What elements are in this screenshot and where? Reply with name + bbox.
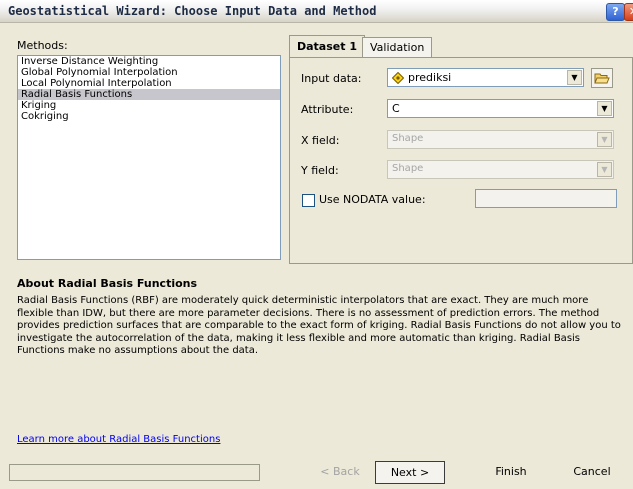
open-folder-icon <box>594 73 610 84</box>
next-button[interactable]: Next > <box>375 461 445 484</box>
chevron-down-icon[interactable]: ▼ <box>597 162 612 177</box>
tab-validation[interactable]: Validation <box>362 37 433 57</box>
method-item-kriging[interactable]: Kriging <box>18 100 280 111</box>
title-bar[interactable]: Geostatistical Wizard: Choose Input Data… <box>0 0 633 23</box>
y-field-value: Shape <box>392 163 424 174</box>
wizard-window: Geostatistical Wizard: Choose Input Data… <box>0 0 633 489</box>
help-button[interactable]: ? <box>606 3 625 21</box>
method-item-local-polynomial[interactable]: Local Polynomial Interpolation <box>18 78 280 89</box>
y-field-select[interactable]: Shape ▼ <box>387 160 614 179</box>
nodata-label: Use NODATA value: <box>319 193 426 206</box>
attribute-label: Attribute: <box>301 103 354 116</box>
about-description: Radial Basis Functions (RBF) are moderat… <box>17 295 621 356</box>
x-field-value: Shape <box>392 133 424 144</box>
open-dataset-button[interactable] <box>591 68 613 88</box>
chevron-down-icon[interactable]: ▼ <box>597 132 612 147</box>
status-box <box>9 464 260 481</box>
x-field-label: X field: <box>301 134 340 147</box>
input-data-label: Input data: <box>301 72 362 85</box>
back-button[interactable]: < Back <box>305 461 375 484</box>
tab-dataset-1[interactable]: Dataset 1 <box>289 35 365 58</box>
method-item-cokriging[interactable]: Cokriging <box>18 111 280 122</box>
layer-diamond-icon <box>392 72 404 84</box>
y-field-label: Y field: <box>301 164 339 177</box>
nodata-checkbox[interactable] <box>302 194 315 207</box>
methods-list[interactable]: Inverse Distance Weighting Global Polyno… <box>17 55 281 260</box>
window-title: Geostatistical Wizard: Choose Input Data… <box>8 4 377 18</box>
cancel-button[interactable]: Cancel <box>557 461 627 484</box>
learn-more-link[interactable]: Learn more about Radial Basis Functions <box>17 434 220 445</box>
method-item-radial-basis[interactable]: Radial Basis Functions <box>18 89 280 100</box>
input-data-select[interactable]: prediksi ▼ <box>387 68 584 87</box>
method-item-idw[interactable]: Inverse Distance Weighting <box>18 56 280 67</box>
about-title: About Radial Basis Functions <box>17 277 198 290</box>
nodata-value-field[interactable] <box>475 189 617 208</box>
close-button[interactable]: ✕ <box>624 3 633 21</box>
chevron-down-icon[interactable]: ▼ <box>597 101 612 116</box>
method-item-global-polynomial[interactable]: Global Polynomial Interpolation <box>18 67 280 78</box>
input-data-value: prediksi <box>392 71 451 84</box>
dataset-panel: Input data: prediksi ▼ Attribute: C ▼ X … <box>289 57 633 264</box>
input-data-text: prediksi <box>408 71 452 84</box>
attribute-value: C <box>392 102 400 115</box>
attribute-select[interactable]: C ▼ <box>387 99 614 118</box>
methods-label: Methods: <box>17 39 68 52</box>
x-field-select[interactable]: Shape ▼ <box>387 130 614 149</box>
chevron-down-icon[interactable]: ▼ <box>567 70 582 85</box>
finish-button[interactable]: Finish <box>476 461 546 484</box>
